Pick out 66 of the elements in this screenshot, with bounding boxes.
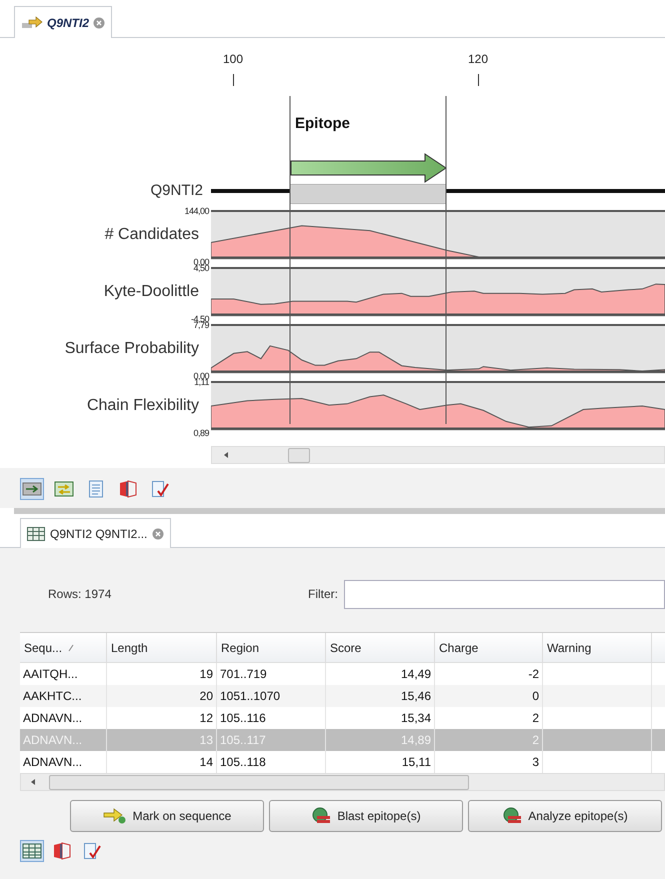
- column-header[interactable]: Charge: [435, 633, 543, 663]
- axis-max-label: 4,50: [193, 264, 209, 273]
- table-cell: 15,46: [326, 685, 435, 707]
- scroll-thumb[interactable]: [288, 448, 310, 462]
- column-header[interactable]: Sequ...: [20, 633, 107, 663]
- ruler-label: 100: [222, 52, 244, 66]
- table-cell: ADNAVN...: [20, 751, 107, 773]
- arrow-icon: [21, 16, 43, 30]
- book-icon: [118, 480, 138, 498]
- column-header[interactable]: Length: [107, 633, 217, 663]
- axis-min-label: 0,00: [193, 372, 209, 381]
- table-cell: AAKHTC...: [20, 685, 107, 707]
- axis-min-label: -4,50: [190, 315, 209, 324]
- axis-min-label: 0,89: [193, 429, 209, 438]
- axis-max-label: 144,00: [184, 207, 209, 216]
- axis-min-label: 0,00: [193, 258, 209, 267]
- horizontal-scrollbar[interactable]: [211, 446, 665, 464]
- ruler-tick: [233, 74, 234, 86]
- axis-max-label: 1,11: [194, 378, 209, 387]
- column-header[interactable]: Warning: [543, 633, 652, 663]
- table-cell: [652, 729, 665, 751]
- scroll-left-icon[interactable]: [29, 778, 37, 786]
- rows-count: Rows: 1974: [47, 587, 112, 601]
- track-name: Chain Flexibility: [86, 397, 199, 415]
- column-header[interactable]: Region: [217, 633, 326, 663]
- ruler-tick: [478, 74, 479, 86]
- filter-field[interactable]: [344, 580, 665, 608]
- arrows-icon: [54, 480, 74, 498]
- annotation-label: Epitope: [295, 115, 350, 132]
- table-cell: 0: [435, 685, 543, 707]
- table-tab[interactable]: Q9NTI2 Q9NTI2...: [20, 518, 172, 548]
- view-button[interactable]: [20, 840, 44, 862]
- action-button[interactable]: Mark on sequence: [70, 800, 264, 832]
- ruler-label: 120: [468, 52, 488, 66]
- scroll-left-icon[interactable]: [222, 451, 230, 459]
- sequence-icon: [22, 480, 42, 498]
- checklist-icon: [151, 480, 169, 498]
- sort-icon: [68, 644, 74, 652]
- annotation-arrow[interactable]: [290, 153, 448, 183]
- scroll-thumb[interactable]: [49, 774, 469, 790]
- book-icon: [52, 842, 72, 860]
- globe-icon: [311, 807, 332, 825]
- table-cell: 20: [107, 685, 217, 707]
- filter-label: Filter:: [308, 587, 338, 601]
- table-icon: [22, 842, 42, 860]
- view-button[interactable]: [20, 478, 44, 500]
- globe-icon: [502, 807, 522, 825]
- table-scrollbar[interactable]: [20, 773, 665, 791]
- track-name: # Candidates: [104, 226, 199, 244]
- close-icon[interactable]: [152, 528, 164, 540]
- document-icon: [88, 480, 104, 498]
- action-button[interactable]: Analyze epitope(s): [468, 800, 662, 832]
- table-cell: 1051..1070: [217, 685, 326, 707]
- table-cell: ADNAVN...: [20, 707, 107, 729]
- close-icon[interactable]: [93, 16, 106, 28]
- checklist-icon: [83, 842, 101, 860]
- table-cell: AAITQH...: [20, 663, 107, 685]
- sequence-name: Q9NTI2: [150, 182, 203, 199]
- track-name: Surface Probability: [64, 340, 199, 358]
- table-icon: [27, 526, 45, 540]
- axis-max-label: 7,79: [193, 321, 209, 330]
- track-name: Kyte-Doolittle: [104, 283, 199, 301]
- editor-tab[interactable]: Q9NTI2: [14, 6, 112, 38]
- action-button[interactable]: Blast epitope(s): [269, 800, 463, 832]
- arrow-icon: [102, 808, 127, 824]
- column-header[interactable]: Score: [326, 633, 435, 663]
